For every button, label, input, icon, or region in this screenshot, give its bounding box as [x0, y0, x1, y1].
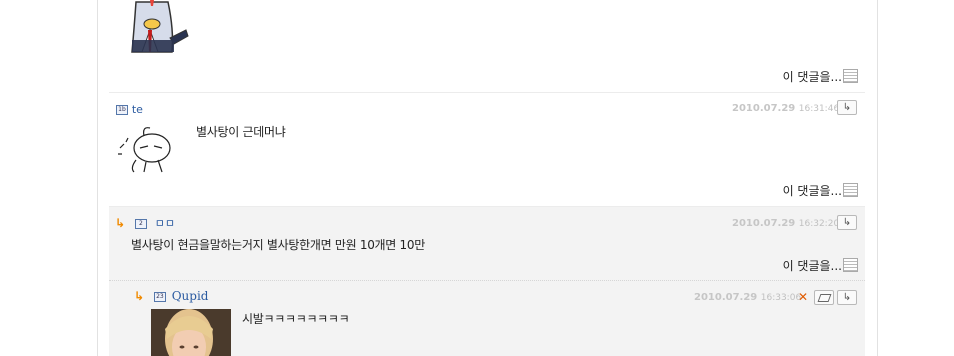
reply-button[interactable]: ↳ [837, 215, 857, 230]
comment-body: 별사탕이 근데머냐 [196, 125, 286, 139]
divider [109, 280, 865, 281]
reply-arrow-icon: ↳ [115, 216, 126, 230]
delete-icon[interactable]: ✕ [798, 290, 808, 304]
comment-body: 시발ㅋㅋㅋㅋㅋㅋㅋㅋ [242, 312, 350, 326]
comment-header: ↳ 23 Qupid [134, 289, 209, 303]
view-reply-link[interactable]: 이 댓글을... [783, 68, 858, 85]
author-name[interactable]: Qupid [172, 289, 209, 303]
level-icon: 23 [153, 291, 166, 302]
comment-date: 2010.07.29 16:31:46 [732, 103, 840, 114]
comment-header: 1b te [116, 102, 143, 116]
reply-button[interactable]: ↳ [837, 100, 857, 115]
level-icon: 1b [116, 104, 128, 115]
rabbit-avatar [116, 124, 176, 174]
divider [109, 92, 865, 93]
eraser-icon [817, 294, 831, 302]
author-name[interactable]: ㅁㅁ [155, 217, 175, 230]
comment-date: 2010.07.29 16:33:06 [694, 292, 802, 303]
comment-date: 2010.07.29 16:32:20 [732, 218, 840, 229]
reply-arrow-icon: ↳ [134, 289, 145, 303]
view-reply-link[interactable]: 이 댓글을... [783, 257, 858, 274]
user-photo [151, 309, 231, 356]
edit-button[interactable] [814, 290, 834, 305]
document-icon [843, 258, 858, 272]
penguin-avatar [128, 0, 190, 56]
comment-header: ↳ 2 ㅁㅁ [115, 215, 175, 231]
comment-body: 별사탕이 현금을말하는거지 별사탕한개면 만원 10개면 10만 [131, 238, 425, 252]
document-icon [843, 69, 858, 83]
view-reply-link[interactable]: 이 댓글을... [783, 182, 858, 199]
comment-board: 이 댓글을... 1b te 2010.07.29 16:31:46 ↳ 별사탕… [97, 0, 878, 356]
document-icon [843, 183, 858, 197]
level-icon: 2 [134, 218, 147, 229]
author-name[interactable]: te [132, 103, 143, 116]
reply-button[interactable]: ↳ [837, 290, 857, 305]
